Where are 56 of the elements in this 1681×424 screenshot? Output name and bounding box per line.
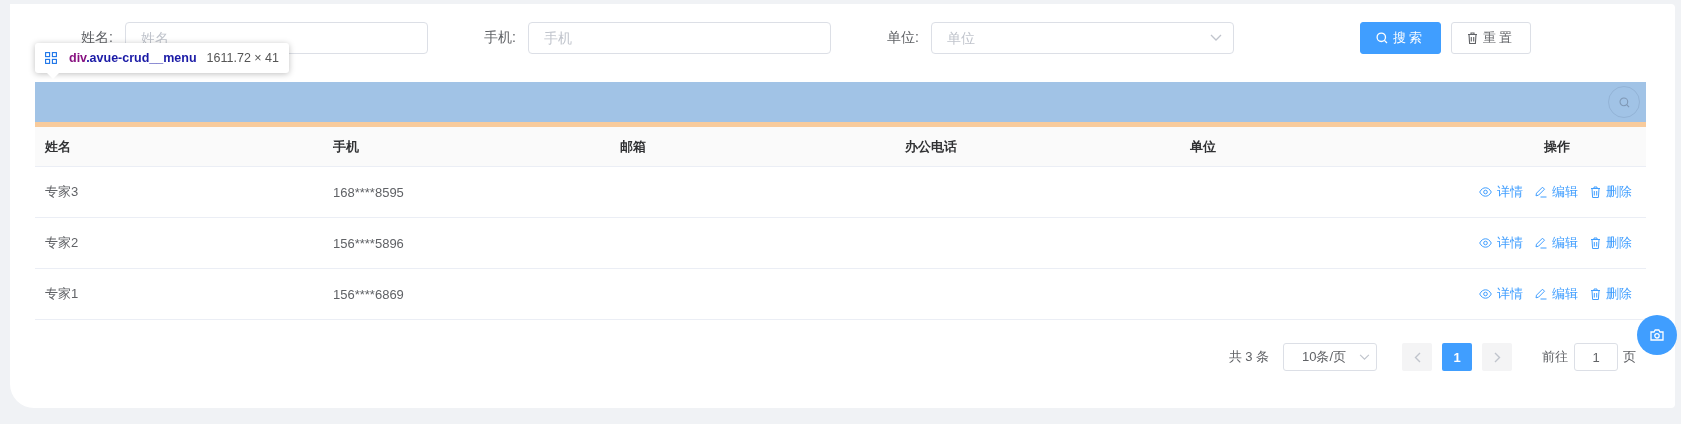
- column-header: 手机: [332, 137, 360, 156]
- grid-icon: [45, 52, 57, 64]
- search-icon: [1376, 32, 1388, 44]
- table-cell-text: 专家1: [44, 285, 80, 303]
- column-header: 邮箱: [619, 137, 647, 156]
- page-suffix: 页: [1623, 348, 1636, 366]
- column-header: 单位: [1189, 137, 1217, 156]
- goto-label: 前往: [1542, 348, 1568, 366]
- table-cell-text: 专家3: [44, 183, 80, 201]
- table-cell-text: 168****8595: [332, 184, 405, 200]
- delete-link[interactable]: 删除: [1590, 285, 1632, 303]
- edit-link[interactable]: 编辑: [1535, 183, 1578, 201]
- pencil-icon: [1535, 237, 1547, 249]
- field-label: 姓名:: [80, 29, 114, 47]
- input-field[interactable]: 手机: [528, 22, 831, 54]
- page-size-select[interactable]: 10条/页: [1283, 343, 1377, 371]
- delete-link[interactable]: 删除: [1590, 234, 1632, 252]
- search-icon: [1618, 96, 1630, 108]
- view-link[interactable]: 详情: [1479, 285, 1523, 303]
- chevron-left-icon: [1413, 351, 1421, 363]
- trash-icon: [1590, 237, 1601, 249]
- element-tag: div: [69, 51, 87, 65]
- trash-icon: [1467, 32, 1478, 44]
- chevron-down-icon: [1359, 353, 1370, 361]
- delete-link[interactable]: 删除: [1590, 183, 1632, 201]
- pencil-icon: [1535, 186, 1547, 198]
- pencil-icon: [1535, 288, 1547, 300]
- table-cell-text: 156****5896: [332, 235, 405, 251]
- column-header: 姓名: [44, 137, 72, 156]
- chevron-right-icon: [1493, 351, 1501, 363]
- screenshot-button[interactable]: [1637, 315, 1677, 355]
- table-cell-text: 专家2: [44, 234, 80, 252]
- trash-icon: [1590, 288, 1601, 300]
- field-label: 手机:: [483, 29, 517, 47]
- trash-icon: [1590, 186, 1601, 198]
- total-count: 共 3 条: [1228, 348, 1269, 366]
- chevron-down-icon[interactable]: [1210, 34, 1222, 42]
- table-cell-text: 156****6869: [332, 286, 405, 302]
- eye-icon: [1479, 238, 1492, 248]
- edit-link[interactable]: 编辑: [1535, 234, 1578, 252]
- eye-icon: [1479, 187, 1492, 197]
- eye-icon: [1479, 289, 1492, 299]
- element-class: .avue-crud__menu: [86, 51, 197, 65]
- camera-icon: [1650, 329, 1664, 341]
- page-input[interactable]: 1: [1574, 343, 1618, 371]
- search-button[interactable]: 搜索: [1360, 22, 1441, 54]
- field-label: 单位:: [886, 29, 920, 47]
- reset-button[interactable]: 重置: [1451, 22, 1531, 54]
- element-size: 1611.72 × 41: [206, 51, 279, 65]
- column-header: 办公电话: [904, 137, 958, 156]
- column-header: 操作: [1542, 137, 1571, 156]
- select-field[interactable]: 单位: [931, 22, 1234, 54]
- view-link[interactable]: 详情: [1479, 183, 1523, 201]
- view-link[interactable]: 详情: [1479, 234, 1523, 252]
- edit-link[interactable]: 编辑: [1535, 285, 1578, 303]
- page-button[interactable]: 1: [1442, 343, 1472, 371]
